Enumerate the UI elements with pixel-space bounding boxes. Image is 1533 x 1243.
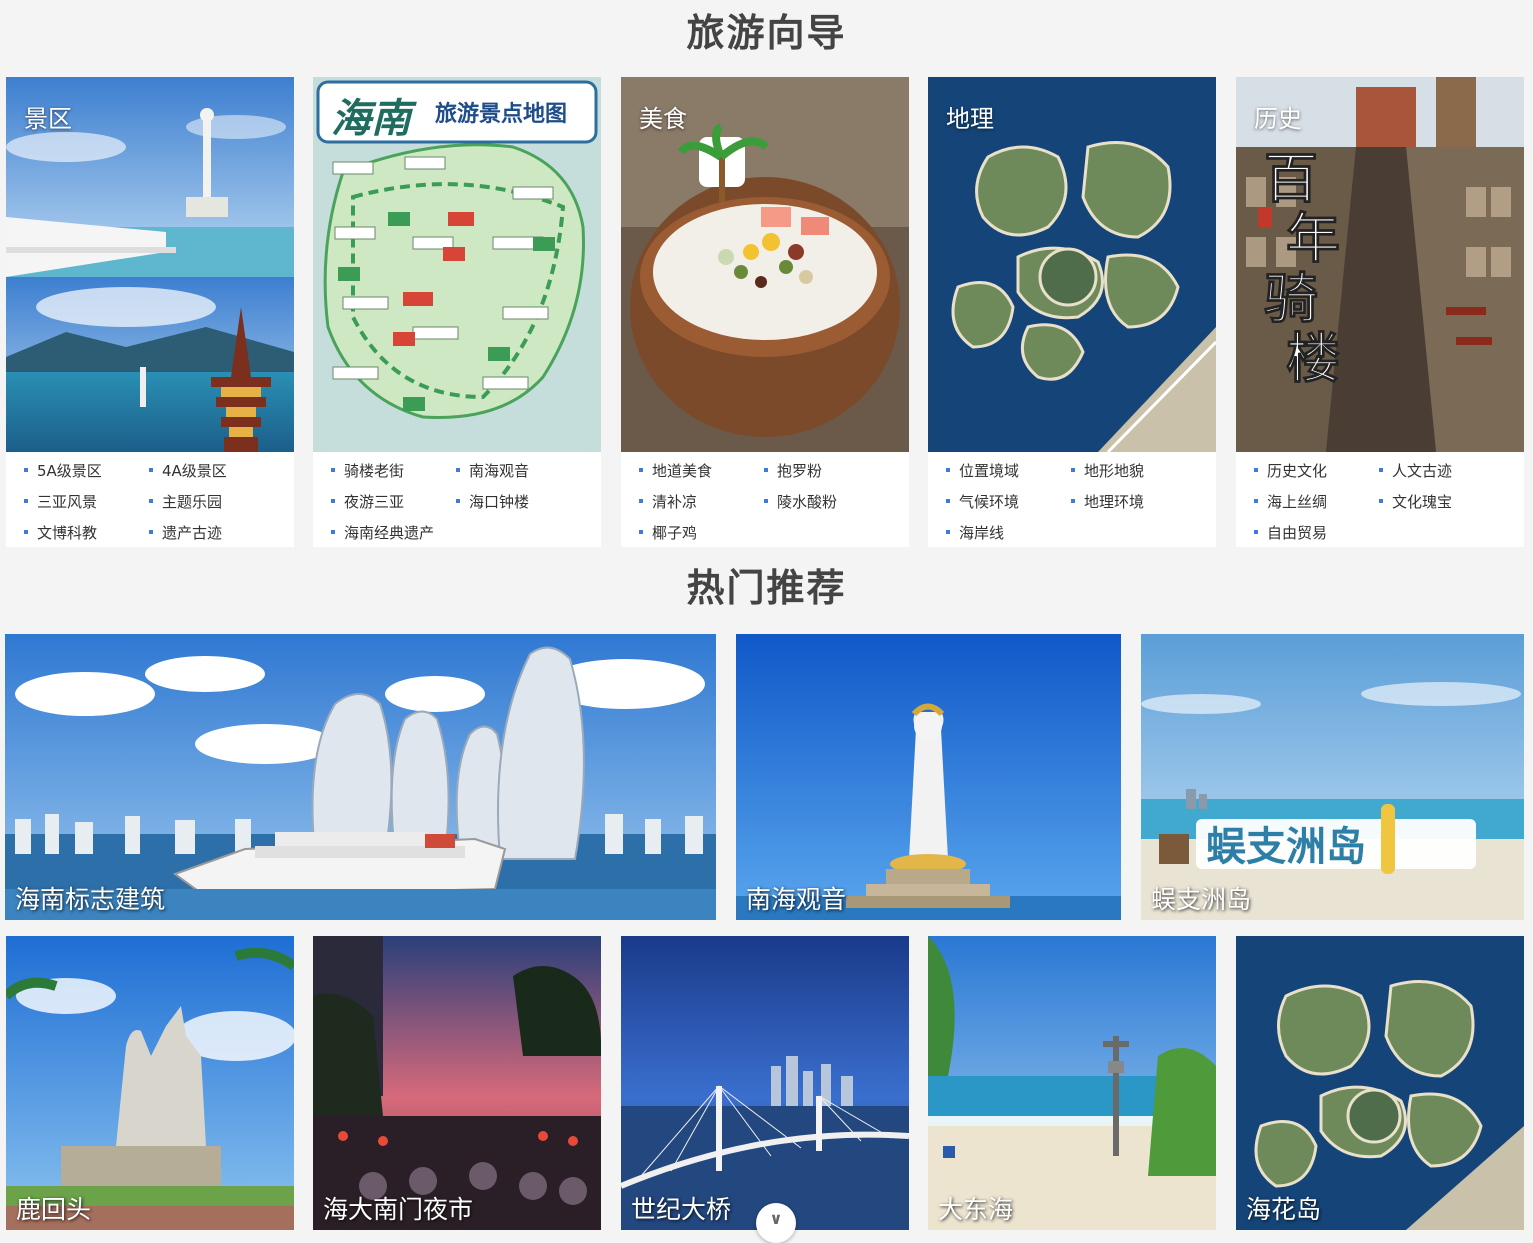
hot-tile-caption: 蜈支洲岛 <box>1151 885 1252 914</box>
hot-section-title: 热门推荐 <box>686 566 847 610</box>
history-image[interactable]: 百 年 骑 楼 历史 <box>1236 77 1524 452</box>
guide-card-map: 海南 旅游景点地图 骑楼老街 南海观音 夜游三亚 海口钟楼 海南经典遗产 <box>313 77 601 547</box>
wuzhizhou-sign: 蜈支洲岛 <box>1206 824 1366 870</box>
guide-link[interactable]: 海岸线 <box>946 518 1071 549</box>
hot-tile-caption: 鹿回头 <box>16 1195 92 1224</box>
guide-link[interactable]: 三亚风景 <box>24 487 149 518</box>
guide-link[interactable]: 地道美食 <box>639 456 764 487</box>
guide-card-food: 美食 地道美食 抱罗粉 清补凉 陵水酸粉 椰子鸡 <box>621 77 909 547</box>
guide-link[interactable]: 抱罗粉 <box>764 456 889 487</box>
guide-card-label: 景区 <box>24 105 72 133</box>
poster-char: 楼 <box>1286 326 1340 390</box>
hot-tile-century-bridge[interactable]: 世纪大桥 <box>621 936 909 1230</box>
guide-link[interactable]: 气候环境 <box>946 487 1071 518</box>
guide-link[interactable]: 陵水酸粉 <box>764 487 889 518</box>
hot-tile-dadonghai[interactable]: 大东海 <box>928 936 1216 1230</box>
chevron-down-icon: ∨ <box>769 1209 783 1228</box>
guide-link[interactable]: 清补凉 <box>639 487 764 518</box>
guide-link[interactable]: 主题乐园 <box>149 487 274 518</box>
guide-link[interactable]: 地理环境 <box>1071 487 1196 518</box>
map-title-small: 旅游景点地图 <box>435 101 567 127</box>
guide-card-label: 美食 <box>639 105 687 133</box>
guide-card-geography: 地理 位置境域 地形地貌 气候环境 地理环境 海岸线 <box>928 77 1216 547</box>
scenic-image[interactable]: 景区 <box>6 77 294 452</box>
guide-link[interactable]: 海口钟楼 <box>456 487 581 518</box>
guide-card-scenic: 景区 5A级景区 4A级景区 三亚风景 主题乐园 文博科教 遗产古迹 <box>6 77 294 547</box>
guide-link[interactable]: 夜游三亚 <box>331 487 456 518</box>
poster-char: 年 <box>1286 206 1340 270</box>
hot-tile-landmark[interactable]: 海南标志建筑 <box>5 634 716 920</box>
guide-link[interactable]: 地形地貌 <box>1071 456 1196 487</box>
guide-link[interactable]: 海上丝绸 <box>1254 487 1379 518</box>
hot-tile-caption: 南海观音 <box>746 885 847 914</box>
guide-card-label: 地理 <box>946 105 994 133</box>
guide-link-list: 位置境域 地形地貌 气候环境 地理环境 海岸线 <box>928 452 1234 549</box>
guide-link[interactable]: 4A级景区 <box>149 456 274 487</box>
guide-link[interactable]: 5A级景区 <box>24 456 149 487</box>
guide-link[interactable]: 自由贸易 <box>1254 518 1379 549</box>
guide-link[interactable]: 文博科教 <box>24 518 149 549</box>
guide-link[interactable]: 遗产古迹 <box>149 518 274 549</box>
map-title-big: 海南 <box>331 96 417 142</box>
guide-link[interactable]: 位置境域 <box>946 456 1071 487</box>
hainan-map-image[interactable]: 海南 旅游景点地图 <box>313 77 601 452</box>
guide-link[interactable]: 文化瑰宝 <box>1379 487 1504 518</box>
hot-tile-luhuitou[interactable]: 鹿回头 <box>6 936 294 1230</box>
hot-tile-caption: 海南标志建筑 <box>15 885 166 914</box>
hot-tile-caption: 大东海 <box>938 1195 1014 1224</box>
hot-tile-night-market[interactable]: 海大南门夜市 <box>313 936 601 1230</box>
guide-link-list: 5A级景区 4A级景区 三亚风景 主题乐园 文博科教 遗产古迹 <box>6 452 312 549</box>
hot-tile-wuzhizhou[interactable]: 蜈支洲岛 蜈支洲岛 <box>1141 634 1524 920</box>
poster-char: 骑 <box>1264 266 1318 330</box>
hot-tile-caption: 海花岛 <box>1246 1195 1322 1224</box>
guide-link[interactable]: 海南经典遗产 <box>331 518 456 549</box>
guide-link[interactable]: 历史文化 <box>1254 456 1379 487</box>
hot-tile-guanyin[interactable]: 南海观音 <box>736 634 1121 920</box>
guide-card-label: 历史 <box>1254 105 1302 133</box>
hot-tile-haihua-island[interactable]: 海花岛 <box>1236 936 1524 1230</box>
guide-card-history: 百 年 骑 楼 历史 历史文化 人文古迹 海上丝绸 文化瑰宝 自由贸易 <box>1236 77 1524 547</box>
hot-tile-caption: 海大南门夜市 <box>323 1195 474 1224</box>
guide-link[interactable]: 椰子鸡 <box>639 518 764 549</box>
guide-link-list: 骑楼老街 南海观音 夜游三亚 海口钟楼 海南经典遗产 <box>313 452 619 549</box>
guide-link-list: 历史文化 人文古迹 海上丝绸 文化瑰宝 自由贸易 <box>1236 452 1533 549</box>
guide-link[interactable]: 人文古迹 <box>1379 456 1504 487</box>
hot-tile-caption: 世纪大桥 <box>631 1195 732 1224</box>
scroll-down-button[interactable]: ∨ <box>756 1203 796 1243</box>
guide-link[interactable]: 骑楼老街 <box>331 456 456 487</box>
guide-section-title: 旅游向导 <box>686 11 847 55</box>
poster-char: 百 <box>1264 146 1318 210</box>
geography-image[interactable]: 地理 <box>928 77 1216 452</box>
guide-link[interactable]: 南海观音 <box>456 456 581 487</box>
guide-link-list: 地道美食 抱罗粉 清补凉 陵水酸粉 椰子鸡 <box>621 452 927 549</box>
food-image[interactable]: 美食 <box>621 77 909 452</box>
